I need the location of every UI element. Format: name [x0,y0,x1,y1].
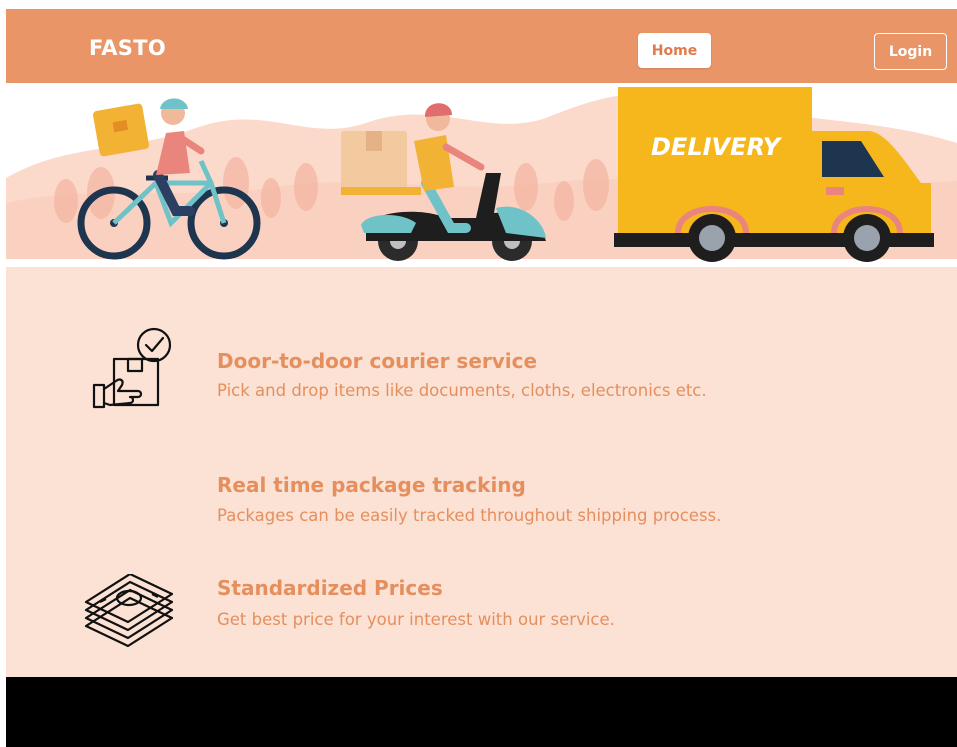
hero-banner: DELIVERY [6,83,957,267]
feature-title: Standardized Prices [217,576,443,600]
feature-description: Packages can be easily tracked throughou… [217,506,722,525]
features-section: Door-to-door courier service Pick and dr… [6,267,957,677]
footer [6,677,957,747]
money-stack-icon [84,574,174,648]
feature-title: Real time package tracking [217,473,526,497]
truck-delivery-text: DELIVERY [651,133,783,161]
feature-description: Pick and drop items like documents, clot… [217,381,707,400]
page-frame: FASTO Home Login DELIVERY Door-to-door c… [6,9,957,747]
login-button[interactable]: Login [874,33,947,70]
feature-description: Get best price for your interest with ou… [217,610,615,629]
navbar: FASTO Home Login [6,9,957,83]
feature-title: Door-to-door courier service [217,349,538,373]
delivery-illustration: DELIVERY [6,87,957,267]
home-button[interactable]: Home [638,33,711,68]
brand-logo[interactable]: FASTO [89,36,166,60]
courier-box-icon [92,327,172,409]
